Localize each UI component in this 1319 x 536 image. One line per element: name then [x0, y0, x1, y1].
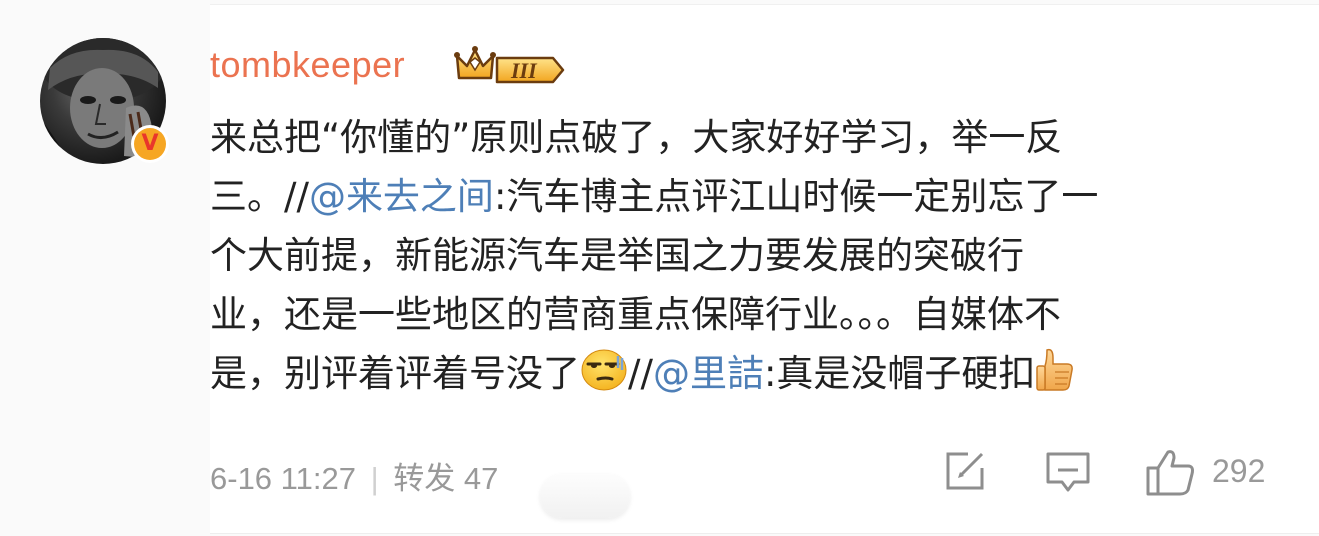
- content-line-1: 来总把“你懂的”原则点破了，大家好好学习，举一反: [210, 116, 1063, 159]
- smirk-emoji-icon: [580, 348, 628, 409]
- share-pill-button[interactable]: [540, 474, 630, 518]
- comment-icon[interactable]: [1044, 448, 1092, 500]
- content-text: 是，别评着评着号没了: [210, 352, 580, 395]
- edit-icon[interactable]: [942, 448, 988, 498]
- content-text: //: [628, 352, 653, 395]
- like-count[interactable]: 292: [1212, 453, 1265, 490]
- svg-text:III: III: [510, 58, 538, 83]
- thumbs-up-emoji-icon: [1035, 346, 1075, 409]
- post-meta: 6-16 11:27 | 转发 47: [210, 453, 498, 498]
- post-content: 来总把“你懂的”原则点破了，大家好好学习，举一反 三。//@来去之间:汽车博主点…: [210, 108, 1290, 409]
- content-text: :真是没帽子硬扣: [763, 352, 1036, 395]
- content-line-5: 是，别评着评着号没了 //@里詰:真是没帽子硬扣: [210, 344, 1290, 409]
- meta-separator: |: [370, 461, 379, 496]
- vip-crown-icon[interactable]: III: [453, 44, 568, 86]
- content-text: 三。//: [210, 175, 309, 218]
- content-line-2: 三。//@来去之间:汽车博主点评江山时候一定别忘了一: [210, 167, 1290, 226]
- content-line-4: 业，还是一些地区的营商重点保障行业。。。自媒体不: [210, 293, 1061, 336]
- verified-badge-icon: V: [131, 125, 169, 163]
- timestamp[interactable]: 6-16 11:27: [210, 461, 356, 496]
- like-icon[interactable]: [1144, 448, 1196, 502]
- content-text: :汽车博主点评江山时候一定别忘了一: [493, 175, 1099, 218]
- repost-label[interactable]: 转发: [393, 461, 455, 496]
- repost-count[interactable]: 47: [464, 461, 498, 496]
- content-line-3: 个大前提，新能源汽车是举国之力要发展的突破行: [210, 234, 1024, 277]
- mention-link[interactable]: @来去之间: [309, 175, 494, 218]
- username[interactable]: tombkeeper: [210, 44, 405, 86]
- mention-link[interactable]: @里詰: [653, 352, 764, 395]
